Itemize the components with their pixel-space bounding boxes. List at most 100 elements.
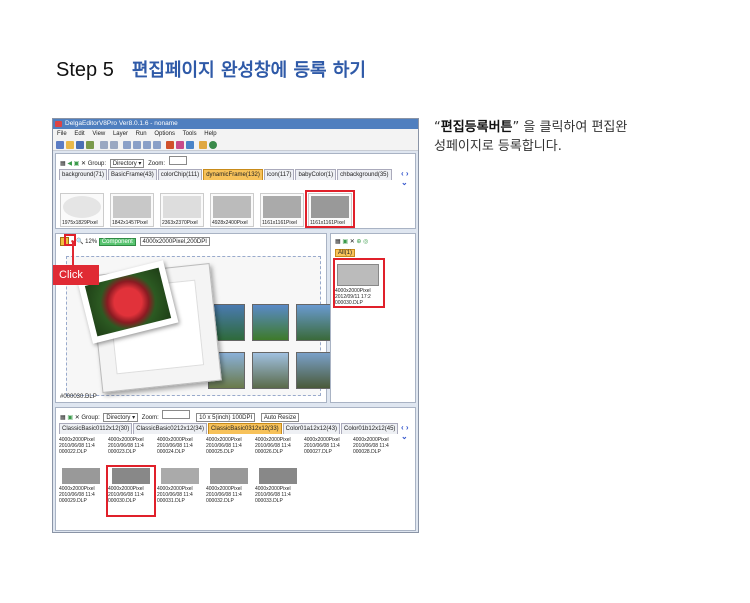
highlight-box	[305, 190, 355, 228]
tab-background[interactable]: background(71)	[59, 169, 108, 180]
menu-layer[interactable]: Layer	[113, 131, 128, 137]
undo-icon[interactable]	[100, 141, 108, 149]
size-field: 10 x 5(inch) 100DPI	[196, 413, 256, 422]
layout-thumb	[259, 468, 297, 484]
layout-item[interactable]: 4000x2000Pixel 2010/06/08 11:4 000022.DLP	[59, 437, 106, 463]
save-icon[interactable]	[76, 141, 84, 149]
menu-file[interactable]: File	[57, 131, 67, 137]
tab-classicbasic01[interactable]: ClassicBasic0112x12(30)	[59, 423, 133, 434]
add-icon[interactable]: ⊕	[356, 239, 361, 245]
layout-thumb	[161, 468, 199, 484]
tab-babycolor[interactable]: babyColor(1)	[295, 169, 337, 180]
step-title: 편집페이지 완성창에 등록 하기	[131, 60, 366, 81]
frame-library-panel: ▦ ◀ ▣ ✕ Group: Directory ▾ Zoom: backgro…	[55, 153, 416, 229]
layout-item[interactable]: 4000x2000Pixel 2010/06/08 11:4 000031.DLP	[157, 486, 204, 512]
delete-icon[interactable]: ✕	[75, 415, 80, 421]
view-icon[interactable]: ▦	[60, 415, 66, 421]
view-icon[interactable]: ▦	[335, 239, 341, 245]
canvas-photo[interactable]	[296, 352, 333, 389]
click-callout: Click	[53, 265, 99, 285]
new-icon[interactable]	[56, 141, 64, 149]
layout-item[interactable]: 4000x2000Pixel 2010/06/08 11:4 000024.DLP	[157, 437, 204, 463]
menu-bar: File Edit View Layer Run Options Tools H…	[53, 129, 418, 139]
canvas-photo[interactable]	[252, 352, 289, 389]
group-select[interactable]: Directory ▾	[109, 159, 145, 168]
tab-color01b[interactable]: Color01b12x12(45)	[341, 423, 399, 434]
layout-item[interactable]: 4000x2000Pixel 2010/06/08 11:4 000028.DLP	[353, 437, 400, 463]
tab-basicframe[interactable]: BasicFrame(43)	[108, 169, 157, 180]
refresh-icon[interactable]: ◀	[67, 161, 72, 167]
tab-all[interactable]: All(1)	[335, 249, 356, 257]
layout-item[interactable]: 4000x2000Pixel 2010/06/08 11:4 000033.DLP	[255, 486, 302, 512]
menu-run[interactable]: Run	[136, 131, 147, 137]
window-titlebar: DelgaEditorV8Pro Ver8.0.1.6 - noname	[53, 119, 418, 129]
layer-icon[interactable]	[186, 141, 194, 149]
folder-icon[interactable]	[199, 141, 207, 149]
frame-thumb[interactable]: 1161x1161Pixel	[260, 193, 304, 227]
canvas-photo[interactable]	[296, 304, 333, 341]
layout-item[interactable]: 4000x2000Pixel 2010/06/08 11:4 000032.DLP	[206, 486, 253, 512]
delete-icon[interactable]: ✕	[350, 239, 355, 245]
group-select[interactable]: Directory ▾	[103, 413, 139, 422]
folder-icon[interactable]: ▣	[74, 161, 80, 167]
menu-edit[interactable]: Edit	[74, 131, 84, 137]
menu-options[interactable]: Options	[154, 131, 175, 137]
window-title: DelgaEditorV8Pro Ver8.0.1.6 - noname	[65, 120, 178, 127]
layout-tabs: ClassicBasic0112x12(30) ClassicBasic0212x…	[59, 423, 399, 434]
globe-icon[interactable]	[209, 141, 217, 149]
actual-size-icon[interactable]	[153, 141, 161, 149]
zoom-out-icon[interactable]	[133, 141, 141, 149]
redo-icon[interactable]	[110, 141, 118, 149]
tab-color01a[interactable]: Color01a12x12(43)	[282, 423, 341, 434]
tab-icon[interactable]: icon(117)	[263, 169, 295, 180]
click-highlight-box	[64, 234, 76, 246]
completed-controls: ▦ ▣ ✕ ⊕ ◎	[331, 236, 368, 248]
menu-help[interactable]: Help	[204, 131, 216, 137]
folder-icon[interactable]: ▣	[67, 415, 73, 421]
zoom-in-icon[interactable]: 🔍	[76, 239, 83, 245]
menu-tools[interactable]: Tools	[183, 131, 197, 137]
layout-item[interactable]: 4000x2000Pixel 2010/06/08 11:4 000026.DLP	[255, 437, 302, 463]
tab-colorchip[interactable]: colorChip(111)	[157, 169, 203, 180]
thumb-view-icon[interactable]: ▦	[60, 161, 66, 167]
menu-view[interactable]: View	[92, 131, 105, 137]
fit-icon[interactable]	[143, 141, 151, 149]
frame-thumb[interactable]: 1842x1457Pixel	[110, 193, 154, 227]
tab-classicbasic03[interactable]: ClassicBasic0312x12(33)	[207, 423, 282, 434]
tab-dynamicframe[interactable]: dynamicFrame(132)	[203, 169, 263, 180]
layout-item[interactable]: 4000x2000Pixel 2010/06/08 11:4 000025.DLP	[206, 437, 253, 463]
tab-classicbasic02[interactable]: ClassicBasic0212x12(34)	[133, 423, 207, 434]
callout-line	[72, 241, 74, 267]
layout-library-panel: ▦ ▣ ✕ Group: Directory ▾ Zoom: 10 x 5(in…	[55, 407, 416, 531]
result-highlight-box	[333, 258, 385, 308]
delete-icon[interactable]: ✕	[81, 161, 86, 167]
auto-resize-button[interactable]: Auto Resize	[260, 413, 300, 422]
main-toolbar	[53, 139, 418, 151]
tab-nav-arrows[interactable]: ‹ › ⌄	[401, 423, 415, 441]
size-info: 4000x2000Pixel,200DPI	[139, 237, 210, 246]
open-icon[interactable]	[66, 141, 74, 149]
zoom-slider[interactable]	[168, 156, 187, 165]
frame-thumb[interactable]: 1975x1829Pixel	[60, 193, 104, 227]
layout-item[interactable]: 4000x2000Pixel 2010/06/08 11:4 000029.DLP	[59, 486, 106, 512]
zoom-in-icon[interactable]	[123, 141, 131, 149]
brush-icon[interactable]	[176, 141, 184, 149]
frame-thumb[interactable]: 4928x2400Pixel	[210, 193, 254, 227]
folder-icon[interactable]: ▣	[342, 239, 348, 245]
layout-item[interactable]: 4000x2000Pixel 2010/06/08 11:4 000027.DLP	[304, 437, 351, 463]
tab-nav-arrows[interactable]: ‹ › ⌄	[401, 169, 415, 187]
layout-thumb	[62, 468, 100, 484]
zoom-slider[interactable]	[162, 410, 191, 419]
library-tabs: background(71) BasicFrame(43) colorChip(11…	[59, 169, 399, 180]
refresh-icon[interactable]: ◎	[363, 239, 368, 245]
canvas-photo[interactable]	[252, 304, 289, 341]
frame-thumb[interactable]: 2363x2370Pixel	[160, 193, 204, 227]
layout-thumb	[210, 468, 248, 484]
tab-chbackground[interactable]: chbackground(35)	[337, 169, 392, 180]
selected-layout-highlight	[106, 465, 156, 517]
color-icon[interactable]	[166, 141, 174, 149]
run-icon[interactable]	[86, 141, 94, 149]
component-mode-badge[interactable]: Component	[98, 238, 136, 246]
layout-item[interactable]: 4000x2000Pixel 2010/06/08 11:4 000023.DLP	[108, 437, 155, 463]
editor-canvas-panel: ● 🔍 12% Component 4000x2000Pixel,200DPI …	[55, 233, 333, 403]
